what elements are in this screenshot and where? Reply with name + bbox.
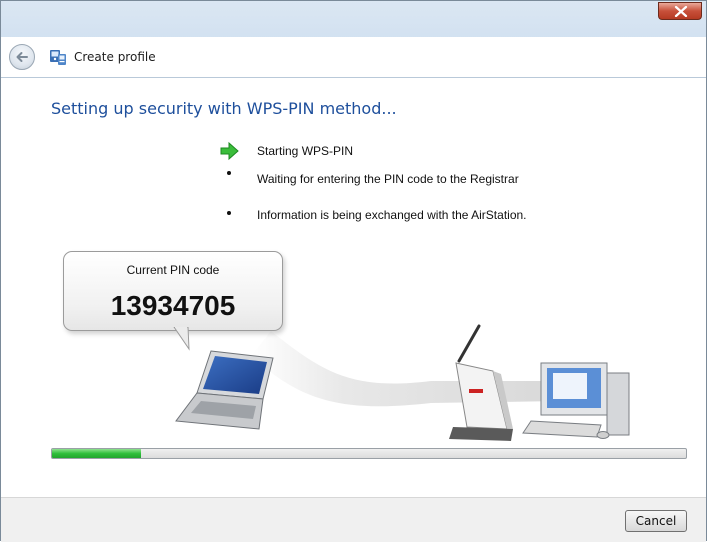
back-button[interactable] <box>9 44 35 70</box>
step-label: Starting WPS-PIN <box>257 144 354 158</box>
bullet-icon <box>227 171 231 175</box>
pin-value: 13934705 <box>110 290 236 321</box>
back-arrow-icon <box>16 52 28 62</box>
progress-bar <box>51 448 687 459</box>
page-heading: Setting up security with WPS-PIN method.… <box>51 99 397 118</box>
footer-bar: Cancel <box>1 497 706 542</box>
laptop-icon <box>175 350 274 430</box>
green-arrow-icon <box>220 141 239 161</box>
pin-code-callout: Current PIN code 13934705 <box>63 251 283 331</box>
bullet-icon <box>227 211 231 215</box>
close-button[interactable] <box>658 2 702 20</box>
pin-label: Current PIN code <box>126 263 220 277</box>
callout-tail <box>173 327 190 351</box>
step-label: Waiting for entering the PIN code to the… <box>257 172 519 186</box>
connection-path <box>251 331 561 407</box>
progress-bar-fill <box>52 449 141 458</box>
step-label: Information is being exchanged with the … <box>257 208 527 222</box>
navigation-row: Create profile <box>1 37 706 77</box>
close-icon <box>674 6 688 17</box>
window-title: Create profile <box>74 50 156 64</box>
network-profile-icon <box>50 50 66 65</box>
dialog-window: Create profile Setting up security with … <box>0 0 707 542</box>
cancel-button[interactable]: Cancel <box>625 510 687 532</box>
